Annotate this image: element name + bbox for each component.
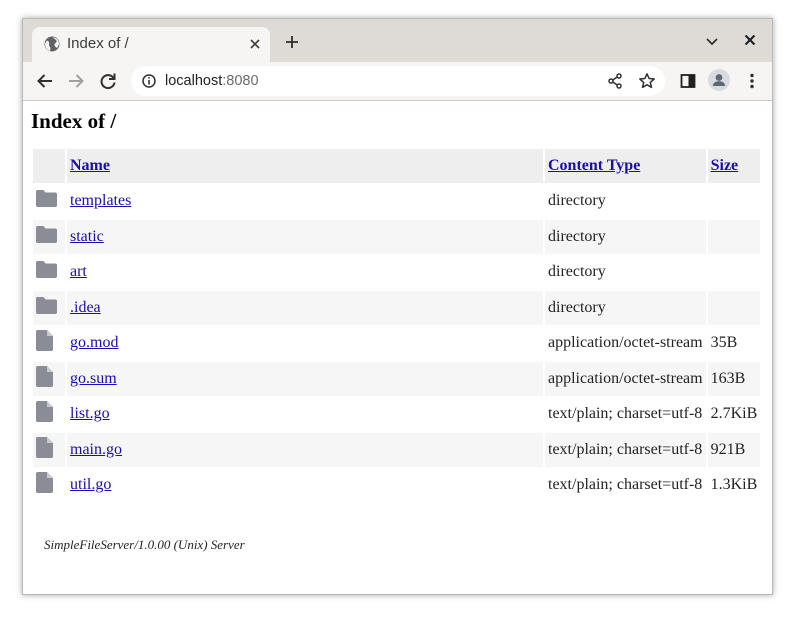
size-cell <box>708 185 761 219</box>
address-bar[interactable]: localhost:8080 <box>131 66 665 96</box>
file-link[interactable]: main.go <box>70 441 122 458</box>
side-panel-icon[interactable] <box>678 71 698 91</box>
reload-icon[interactable] <box>98 71 118 91</box>
file-link[interactable]: go.sum <box>70 370 117 387</box>
size-cell: 921B <box>707 433 761 467</box>
file-icon <box>33 327 65 361</box>
content-type-cell: directory <box>545 291 706 325</box>
folder-icon <box>33 220 65 254</box>
globe-icon <box>44 36 60 52</box>
arrow-right-icon[interactable] <box>66 71 86 91</box>
browser-window: Index of / localhost:8080 Index of / Nam… <box>22 18 773 595</box>
table-row: main.go text/plain; charset=utf-8 921B <box>33 433 761 467</box>
table-row: .idea directory <box>33 291 761 325</box>
size-cell <box>708 256 761 290</box>
star-icon[interactable] <box>638 72 656 90</box>
content-type-cell: text/plain; charset=utf-8 <box>548 476 703 494</box>
folder-icon <box>33 291 65 325</box>
tab-title: Index of / <box>67 35 129 52</box>
size-cell: 1.3KiB <box>710 476 758 494</box>
folder-icon <box>33 185 65 219</box>
kebab-menu-icon[interactable] <box>742 71 762 91</box>
avatar-icon[interactable] <box>708 69 730 91</box>
arrow-left-icon[interactable] <box>35 71 55 91</box>
content-type-cell: application/octet-stream <box>545 362 706 396</box>
file-link[interactable]: art <box>70 263 87 280</box>
table-row: list.go text/plain; charset=utf-8 2.7KiB <box>33 398 760 432</box>
size-cell <box>707 291 761 325</box>
share-icon[interactable] <box>607 73 623 89</box>
content-type-cell: application/octet-stream <box>548 334 703 352</box>
file-icon <box>33 362 65 396</box>
file-link[interactable]: util.go <box>70 476 111 493</box>
url-port: :8080 <box>222 73 259 89</box>
browser-tab[interactable]: Index of / <box>32 27 270 62</box>
size-cell: 163B <box>707 362 761 396</box>
file-listing-table: Name Content Type Size templates director… <box>31 147 762 504</box>
content-type-cell: directory <box>548 192 606 210</box>
file-link[interactable]: static <box>70 228 104 245</box>
header-size: Size <box>707 149 761 183</box>
window-close-icon[interactable] <box>744 34 756 46</box>
page-title: Index of / <box>31 109 117 133</box>
url-host: localhost <box>165 73 223 89</box>
url-text: localhost:8080 <box>165 73 259 90</box>
file-icon <box>33 469 65 503</box>
folder-icon <box>33 256 65 290</box>
file-icon <box>33 398 65 432</box>
sort-by-name-link[interactable]: Name <box>70 157 110 174</box>
file-link[interactable]: templates <box>70 192 131 209</box>
table-row: go.sum application/octet-stream 163B <box>33 362 761 396</box>
page-content: Index of / Name Content Type Size templa… <box>23 101 772 594</box>
content-type-cell: text/plain; charset=utf-8 <box>545 433 706 467</box>
content-type-cell: directory <box>545 220 706 254</box>
plus-icon[interactable] <box>285 35 299 49</box>
table-header-row: Name Content Type Size <box>33 149 761 183</box>
table-row: go.mod application/octet-stream 35B <box>33 327 760 361</box>
sort-by-type-link[interactable]: Content Type <box>548 157 640 174</box>
table-row: util.go text/plain; charset=utf-8 1.3KiB <box>33 469 760 503</box>
header-name: Name <box>67 149 543 183</box>
size-cell: 35B <box>710 334 738 352</box>
close-icon[interactable] <box>248 37 262 51</box>
browser-toolbar: localhost:8080 <box>23 62 772 101</box>
file-link[interactable]: go.mod <box>70 334 118 351</box>
table-row: templates directory <box>33 185 760 219</box>
content-type-cell: directory <box>548 263 606 281</box>
file-link[interactable]: list.go <box>70 405 110 422</box>
header-content-type: Content Type <box>545 149 706 183</box>
file-link[interactable]: .idea <box>70 299 101 316</box>
content-type-cell: text/plain; charset=utf-8 <box>548 405 703 423</box>
table-row: static directory <box>33 220 761 254</box>
info-icon[interactable] <box>142 74 156 88</box>
sort-by-size-link[interactable]: Size <box>711 157 739 174</box>
person-icon <box>712 74 726 86</box>
size-cell: 2.7KiB <box>710 405 758 423</box>
header-icon-cell <box>33 149 65 183</box>
size-cell <box>707 220 761 254</box>
chevron-down-icon[interactable] <box>705 37 719 47</box>
table-row: art directory <box>33 256 760 290</box>
tab-strip: Index of / <box>23 19 772 62</box>
server-footer: SimpleFileServer/1.0.00 (Unix) Server <box>44 537 245 552</box>
file-icon <box>33 433 65 467</box>
